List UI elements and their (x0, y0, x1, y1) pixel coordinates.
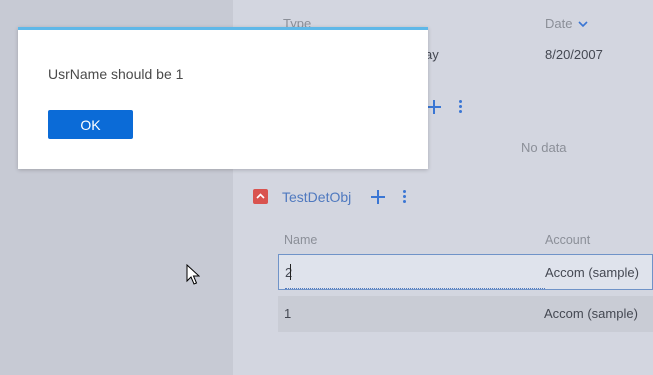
column-header-date-label: Date (545, 16, 573, 31)
add-icon[interactable] (427, 100, 441, 114)
table-row[interactable]: 2 Accom (sample) (278, 254, 653, 290)
mouse-cursor-icon (186, 264, 200, 285)
grid-cell-date: 8/20/2007 (545, 47, 603, 62)
dialog-message: UsrName should be 1 (48, 66, 184, 82)
detail-more-vertical-icon[interactable] (402, 190, 406, 204)
detail-column-account[interactable]: Account (545, 233, 590, 247)
alert-dialog: UsrName should be 1 OK (18, 27, 428, 169)
table-row[interactable]: 1 Accom (sample) (278, 296, 653, 332)
column-header-date[interactable]: Date (545, 16, 589, 31)
name-input[interactable]: 2 (285, 265, 292, 280)
detail-column-name[interactable]: Name (284, 233, 317, 247)
account-cell: Accom (sample) (545, 265, 639, 280)
chevron-down-icon[interactable] (578, 19, 589, 29)
text-caret (290, 264, 291, 280)
chevron-up-icon (256, 193, 265, 199)
ok-button[interactable]: OK (48, 110, 133, 139)
more-vertical-icon[interactable] (458, 100, 462, 114)
detail-collapse-button[interactable] (253, 189, 268, 204)
detail-title[interactable]: TestDetObj (282, 189, 351, 205)
account-cell: Accom (sample) (544, 306, 638, 321)
name-cell: 1 (284, 306, 292, 321)
detail-add-icon[interactable] (371, 190, 385, 204)
no-data-message: No data (521, 140, 567, 155)
edit-underline (285, 288, 545, 289)
